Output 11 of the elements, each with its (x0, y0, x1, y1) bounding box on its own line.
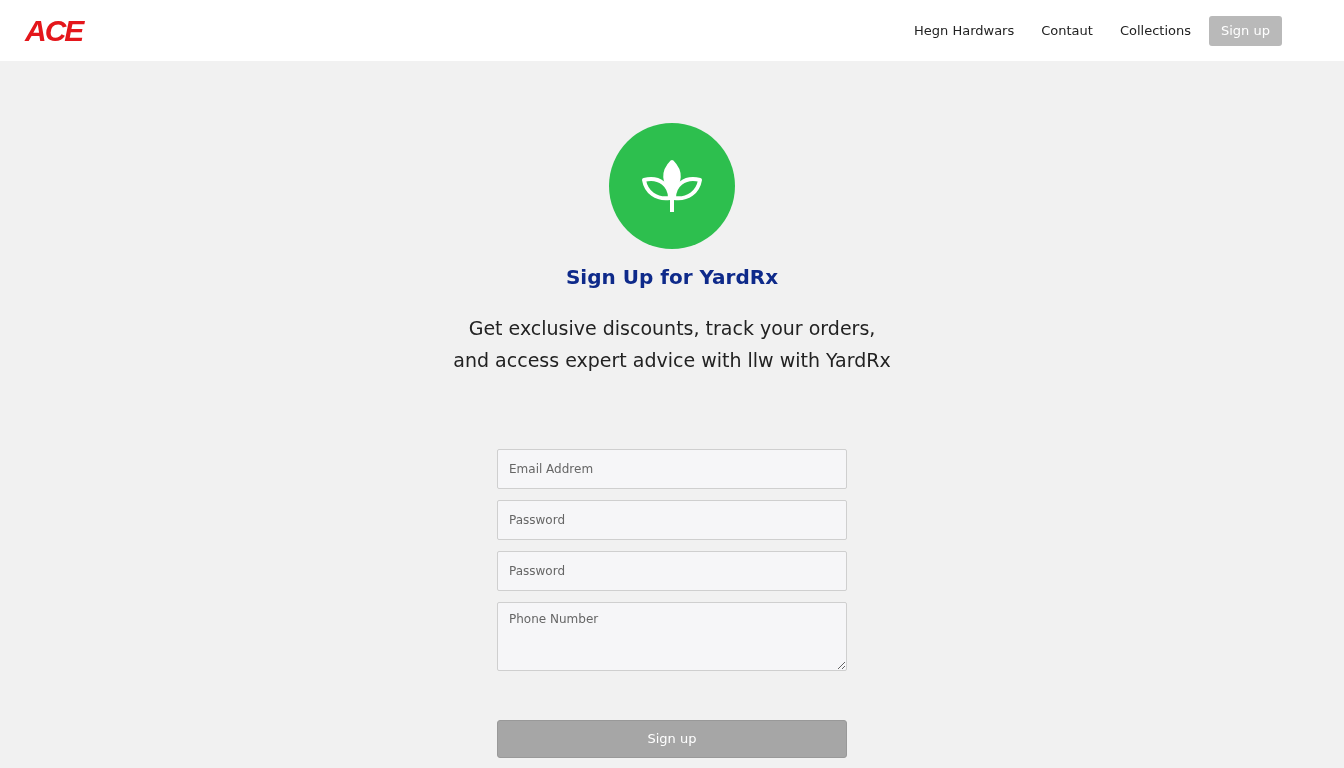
nav-link[interactable]: Collections (1118, 20, 1192, 41)
logo[interactable]: ACE (25, 15, 83, 46)
input-field[interactable]: Password (497, 500, 847, 540)
input-field[interactable]: Phone Number (497, 602, 847, 671)
page-title: Sign Up for YardRx (565, 264, 779, 291)
intro-text: Get exclusive discounts, track your orders, (468, 316, 876, 341)
nav-link[interactable]: Contaut (1040, 20, 1094, 41)
input-field[interactable]: Password (497, 551, 847, 591)
nav-link[interactable]: Hegn Hardwars (913, 20, 1016, 41)
intro-text: and access expert advice with llw with YardRx (453, 348, 891, 373)
input-field[interactable]: Email Addrem (497, 449, 847, 489)
